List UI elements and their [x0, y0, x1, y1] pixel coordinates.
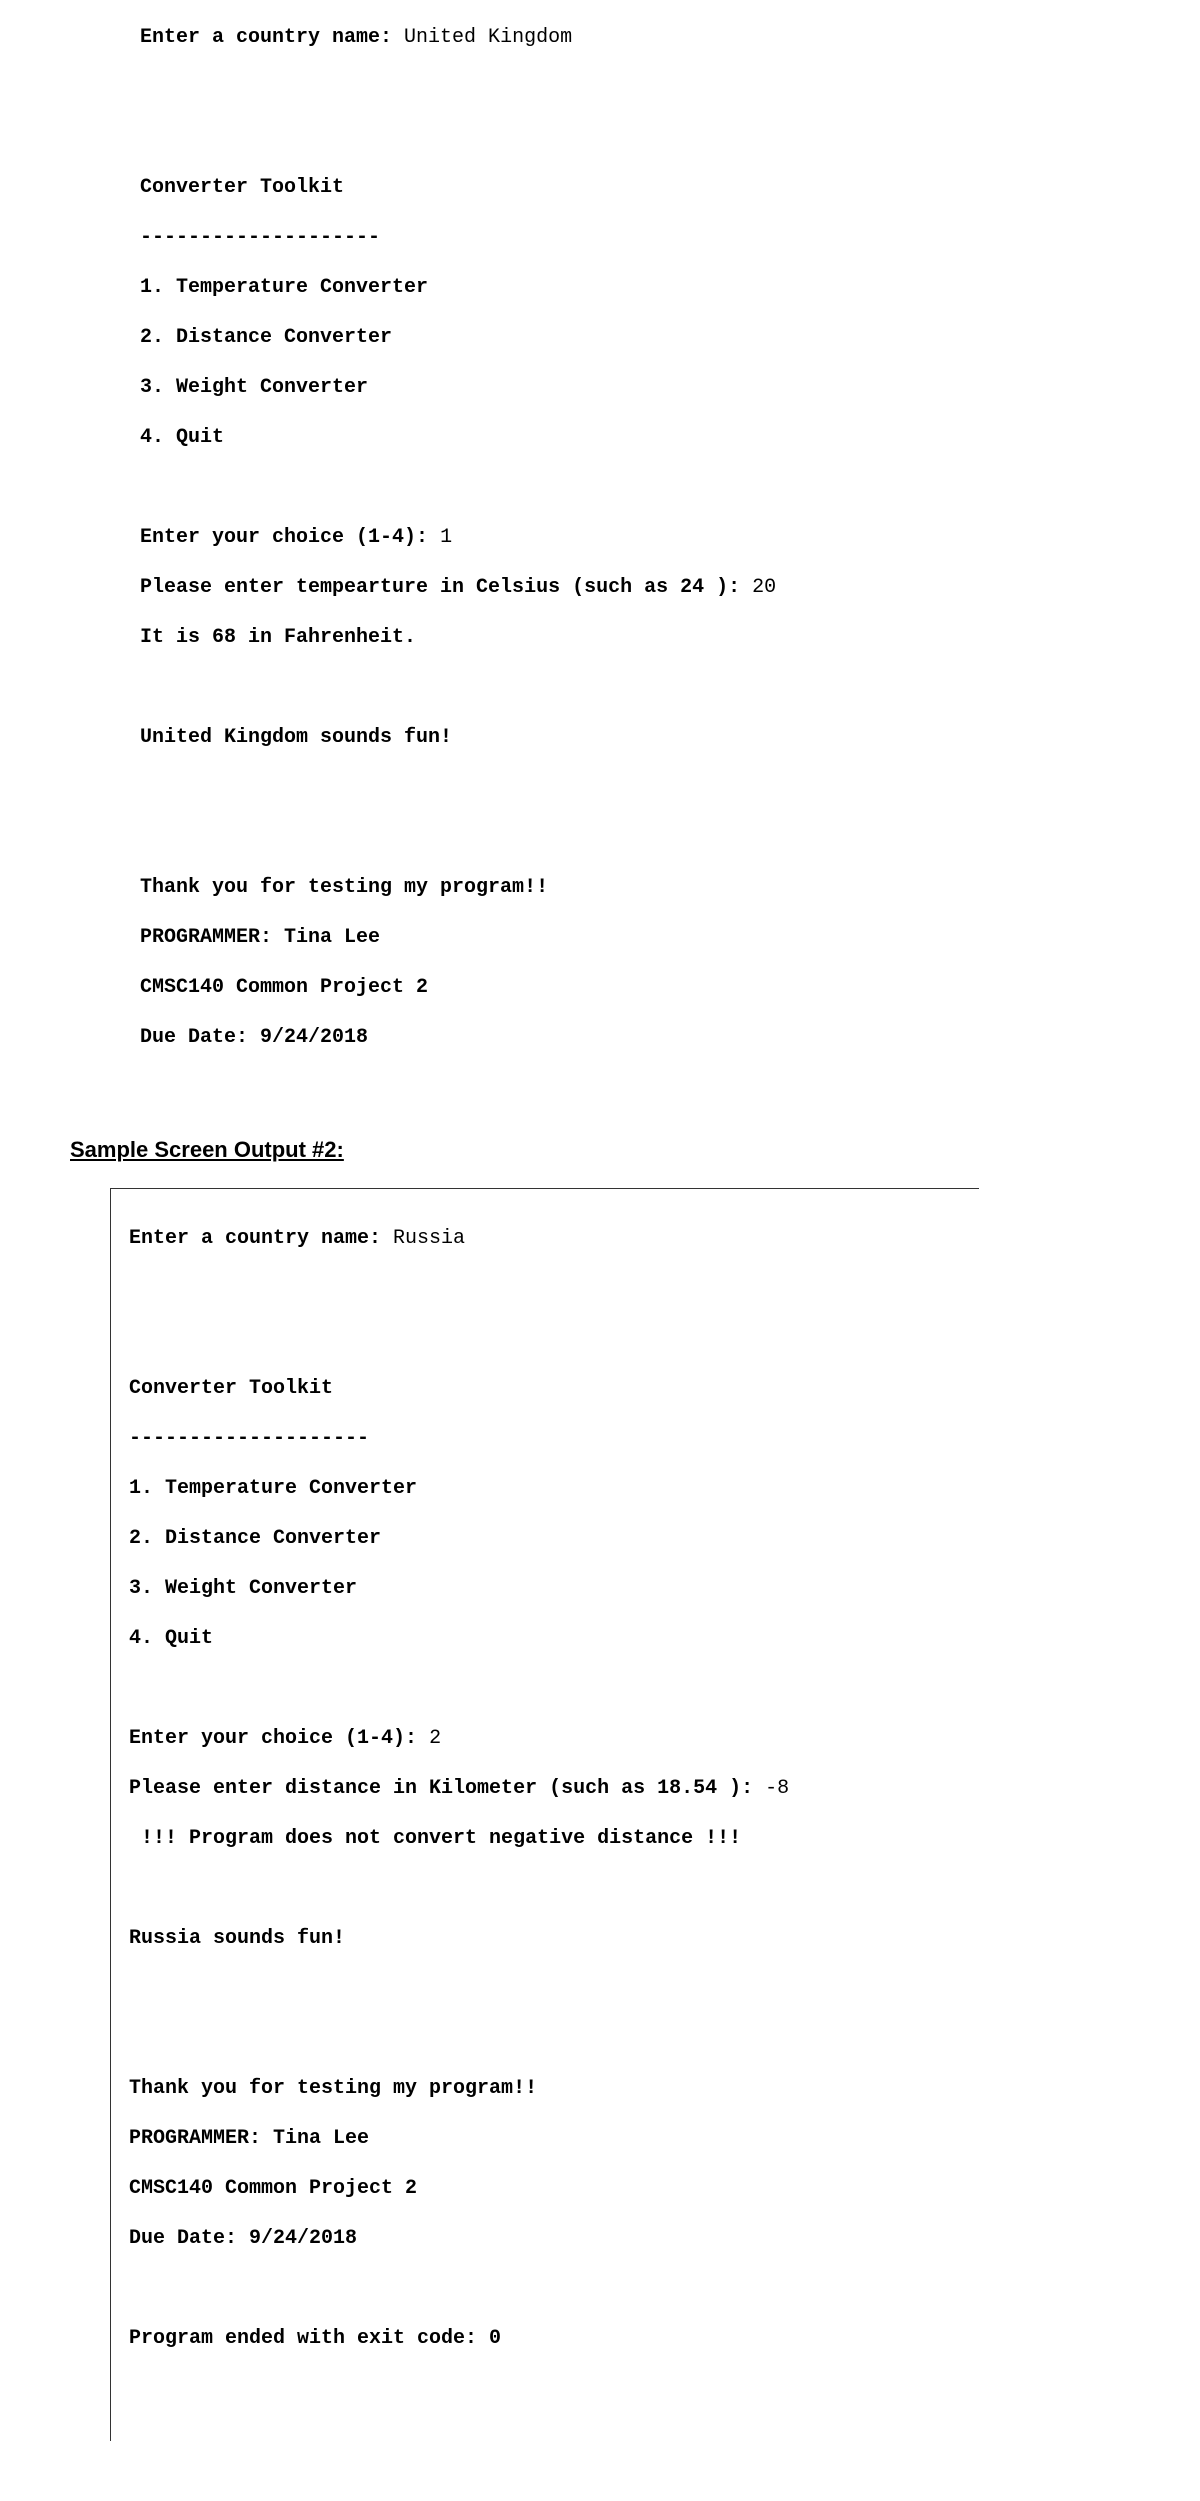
thanks-line: Thank you for testing my program!! — [140, 875, 1200, 900]
blank-line — [129, 1976, 979, 2001]
menu-item: 2. Distance Converter — [140, 325, 1200, 350]
blank-line — [140, 775, 1200, 800]
course-line: CMSC140 Common Project 2 — [140, 975, 1200, 1000]
blank-line — [129, 1876, 979, 1901]
country-prompt-label: Enter a country name: — [140, 26, 404, 49]
sample-output-1: Enter a country name: United Kingdom Con… — [140, 0, 1200, 1100]
blank-line — [140, 475, 1200, 500]
toolkit-title: Converter Toolkit — [140, 175, 1200, 200]
blank-line — [129, 2026, 979, 2051]
dist-value: -8 — [765, 1777, 789, 1800]
country-prompt-line: Enter a country name: Russia — [129, 1226, 979, 1251]
due-line: Due Date: 9/24/2018 — [129, 2226, 979, 2251]
choice-prompt: Enter your choice (1-4): — [129, 1727, 429, 1750]
menu-item: 1. Temperature Converter — [129, 1476, 979, 1501]
country-value: United Kingdom — [404, 26, 572, 49]
thanks-line: Thank you for testing my program!! — [129, 2076, 979, 2101]
country-prompt-label: Enter a country name: — [129, 1227, 393, 1250]
fun-line: Russia sounds fun! — [129, 1926, 979, 1951]
menu-item: 4. Quit — [140, 425, 1200, 450]
menu-item: 2. Distance Converter — [129, 1526, 979, 1551]
blank-line — [140, 675, 1200, 700]
blank-line — [129, 1326, 979, 1351]
menu-item: 1. Temperature Converter — [140, 275, 1200, 300]
dist-line: Please enter distance in Kilometer (such… — [129, 1776, 979, 1801]
country-value: Russia — [393, 1227, 465, 1250]
temp-value: 20 — [752, 576, 776, 599]
blank-line — [140, 825, 1200, 850]
menu-item: 4. Quit — [129, 1626, 979, 1651]
sample-output-2: Enter a country name: Russia Converter T… — [110, 1188, 979, 2441]
menu-item: 3. Weight Converter — [140, 375, 1200, 400]
sample-2-heading: Sample Screen Output #2: — [70, 1136, 1200, 1164]
blank-line — [129, 1676, 979, 1701]
programmer-line: PROGRAMMER: Tina Lee — [129, 2126, 979, 2151]
choice-value: 1 — [440, 526, 452, 549]
blank-line — [140, 125, 1200, 150]
toolkit-underline: -------------------- — [129, 1426, 979, 1451]
blank-line — [129, 2276, 979, 2301]
temp-prompt: Please enter tempearture in Celsius (suc… — [140, 576, 752, 599]
menu-item: 3. Weight Converter — [129, 1576, 979, 1601]
toolkit-title: Converter Toolkit — [129, 1376, 979, 1401]
country-prompt-line: Enter a country name: United Kingdom — [140, 25, 1200, 50]
document-page: Enter a country name: United Kingdom Con… — [0, 0, 1200, 2501]
blank-line — [140, 75, 1200, 100]
blank-line — [129, 1276, 979, 1301]
choice-line: Enter your choice (1-4): 1 — [140, 525, 1200, 550]
choice-line: Enter your choice (1-4): 2 — [129, 1726, 979, 1751]
temp-result: It is 68 in Fahrenheit. — [140, 625, 1200, 650]
choice-prompt: Enter your choice (1-4): — [140, 526, 440, 549]
due-line: Due Date: 9/24/2018 — [140, 1025, 1200, 1050]
fun-line: United Kingdom sounds fun! — [140, 725, 1200, 750]
dist-error: !!! Program does not convert negative di… — [129, 1826, 979, 1851]
programmer-line: PROGRAMMER: Tina Lee — [140, 925, 1200, 950]
temp-line: Please enter tempearture in Celsius (suc… — [140, 575, 1200, 600]
exit-line: Program ended with exit code: 0 — [129, 2326, 979, 2351]
toolkit-underline: -------------------- — [140, 225, 1200, 250]
dist-prompt: Please enter distance in Kilometer (such… — [129, 1777, 765, 1800]
choice-value: 2 — [429, 1727, 441, 1750]
course-line: CMSC140 Common Project 2 — [129, 2176, 979, 2201]
